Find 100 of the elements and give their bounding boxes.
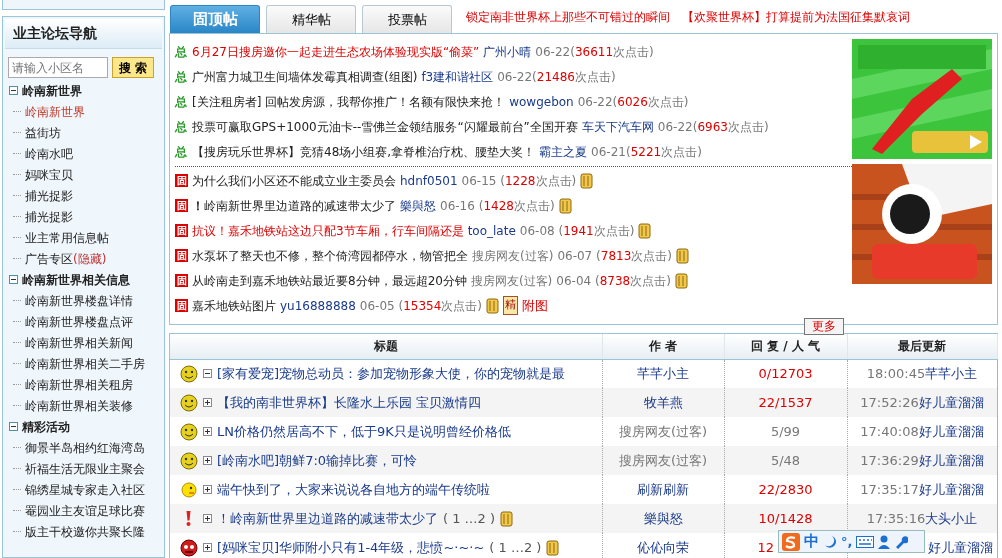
topic-link[interactable]: ！岭南新世界里边道路的减速带太少了 [217,508,438,529]
tree-item[interactable]: 岭南新世界相关装修 [25,396,133,415]
topic-link[interactable]: 端午快到了，大家来说说各自地方的端午传统啦 [217,479,490,500]
tree-group[interactable]: 岭南新世界 [22,81,82,100]
last-poster-link[interactable]: 好儿童溜溜 [927,539,993,555]
author-link[interactable]: f3建和谐社区 [421,67,494,86]
tree-group[interactable]: 岭南新世界相关信息 [22,270,130,289]
tree-item[interactable]: 岭南水吧 [25,144,73,163]
tree-item[interactable]: 岭南新世界 [25,102,85,121]
tree-item[interactable]: 岭南新世界相关二手房 [25,354,145,373]
author-link[interactable]: 车天下汽车网 [581,117,654,136]
collapse-icon[interactable] [203,369,212,379]
tree-item[interactable]: 御景半岛相约红海湾岛 [25,438,145,457]
author-link[interactable]: yu16888888 [280,296,356,315]
headline-link[interactable]: 【欢聚世界杯】打算提前为法国征集默哀词 [682,8,910,26]
author-link[interactable]: 樂與怒 [400,196,436,215]
page-links[interactable]: ( 1 …2 ) [443,508,496,529]
topic-link[interactable]: [家有爱宠]宠物总动员：参加宠物形象大使，你的宠物就是最 [217,364,566,384]
topic-link[interactable]: LN价格仍然居高不下，低于9K只是说明曾经价格低 [217,421,511,442]
pinned-mark: 固 [175,174,188,187]
reply-stats: 22/2830 [758,481,813,497]
expand-icon[interactable] [203,514,212,523]
expand-icon[interactable] [203,485,212,494]
author-link[interactable]: wowgebon [509,92,574,111]
pinned-mark: 总 [175,93,188,111]
tree-item[interactable]: 岭南新世界楼盘详情 [25,291,133,310]
author-link[interactable]: 广州小晴 [483,42,532,61]
pinned-mark: 总 [175,118,188,136]
author-link[interactable]: too_late [467,221,516,240]
post-title-link[interactable]: [关注租房者] 回帖发房源，我帮你推广！名额有限快来抢！ [192,92,506,111]
tree-item[interactable]: 祈福生活无限业主聚会 [25,459,145,478]
tree-item[interactable]: 业主常用信息帖 [25,228,109,247]
post-title-link[interactable]: 投票可赢取GPS+1000元油卡--雪佛兰金领结服务“闪耀最前台”全国开赛 [192,117,578,136]
update-time: 17:52:26 [860,394,919,410]
author-link[interactable]: 牧羊燕 [643,394,683,410]
pinned-mark: 固 [175,224,188,237]
page-links[interactable]: ( 1 …2 ) [489,537,542,558]
search-button[interactable]: 搜 索 [112,57,155,78]
tree-item[interactable]: 捕光捉影 [25,186,73,205]
tab[interactable]: 精华帖 [266,5,356,33]
pinned-mark: 总 [175,43,188,61]
post-title-link[interactable]: 为什么我们小区还不能成立业主委员会 [192,171,396,190]
author-link[interactable]: 霸主之夏 [539,142,588,161]
tree-item[interactable]: 罨园业主友谊足球比赛 [25,501,145,520]
post-title-link[interactable]: 【搜房玩乐世界杯】竞猜48场小组赛,拿脊椎治疗枕、腰垫大奖！ [192,142,536,161]
last-poster-link[interactable]: 芊芊小主 [925,366,978,381]
headline-link[interactable]: 锁定南非世界杯上那些不可错过的瞬间 [466,8,670,26]
author-link[interactable]: 伈伈向荣 [637,539,689,555]
tree-item[interactable]: 版主干校邀你共聚长隆 [25,522,145,541]
logo-icon [782,532,800,551]
expand-icon[interactable] [203,427,212,436]
punctuation-toggle[interactable]: °, [841,531,853,552]
input-mode-toggle[interactable]: 中 [804,530,819,553]
collapse-icon[interactable] [9,275,18,284]
post-title-link[interactable]: 从岭南走到嘉禾地铁站最近要8分钟，最远超20分钟 [192,271,467,290]
author-link[interactable]: 搜房网友(过客) [470,271,553,290]
last-poster-link[interactable]: 好儿童溜溜 [918,394,984,410]
tree-item[interactable]: 岭南新世界相关新闻 [25,333,133,352]
search-field[interactable]: 请输入小区名 [8,57,108,78]
collapse-icon[interactable] [9,86,18,95]
expand-icon[interactable] [203,456,212,465]
post-title-link[interactable]: 6月27日搜房邀你一起走进生态农场体验现实版“偷菜” [192,42,480,61]
post-stats: 06-21(5221次点击) [591,143,702,161]
topic-link[interactable]: [妈咪宝贝]华师附小只有1-4年级，悲愤~·~·~ [217,537,485,558]
collapse-icon[interactable] [9,422,18,431]
tree-item[interactable]: 锦绣星城专家走入社区 [25,480,145,499]
post-stats: 06-16 (1428次点击) [440,197,555,215]
sidebar-title: 业主论坛导航 [5,19,162,49]
reply-stats: 22/1537 [758,394,813,410]
tree-item[interactable]: 岭南新世界相关租房 [25,375,133,394]
post-title-link[interactable]: 广州富力城卫生间墙体发霉真相调查(组图) [192,67,418,86]
post-title-link[interactable]: 嘉禾地铁站图片 [192,296,276,315]
tree-item[interactable]: 妈咪宝贝 [25,165,73,184]
last-poster-link[interactable]: 好儿童溜溜 [918,452,984,468]
post-stats: 06-05 (15354次点击) [359,297,483,315]
author-link[interactable]: hdnf0501 [400,171,458,190]
author-link[interactable]: 搜房网友(过客) [618,423,708,439]
last-poster-link[interactable]: 大头小止 [925,510,978,526]
expand-icon[interactable] [203,398,212,407]
author-link[interactable]: 搜房网友(过客) [472,246,554,265]
last-poster-link[interactable]: 好儿童溜溜 [918,423,984,439]
tree-item[interactable]: 捕光捉影 [25,207,73,226]
post-title-link[interactable]: ！岭南新世界里边道路的减速带太少了 [192,196,396,215]
pinned-mark: 固 [175,249,188,262]
author-link[interactable]: 芊芊小主 [637,366,689,381]
post-title-link[interactable]: 水泵坏了整天也不修，整个倚湾园都停水，物管把全 [192,246,468,265]
author-link[interactable]: 樂與怒 [643,510,683,526]
tab[interactable]: 投票帖 [362,5,452,33]
tree-item[interactable]: 益街坊 [25,123,61,142]
expand-icon[interactable] [203,543,212,552]
tree-group[interactable]: 精彩活动 [22,417,70,436]
tree-item[interactable]: 广告专区(隐藏) [25,249,107,268]
post-stats: 06-15 (1228次点击) [461,172,577,190]
attachment-link[interactable]: 附图 [522,295,549,316]
last-poster-link[interactable]: 好儿童溜溜 [918,481,984,497]
post-title-link[interactable]: 抗议！嘉禾地铁站这边只配3节车厢，行车间隔还是 [192,221,464,240]
author-link[interactable]: 刷新刷新 [637,481,689,497]
more-button[interactable]: 更多 [804,318,844,335]
tree-item[interactable]: 岭南新世界楼盘点评 [25,312,133,331]
post-stats: 06-07 (7813次点击) [557,247,672,265]
